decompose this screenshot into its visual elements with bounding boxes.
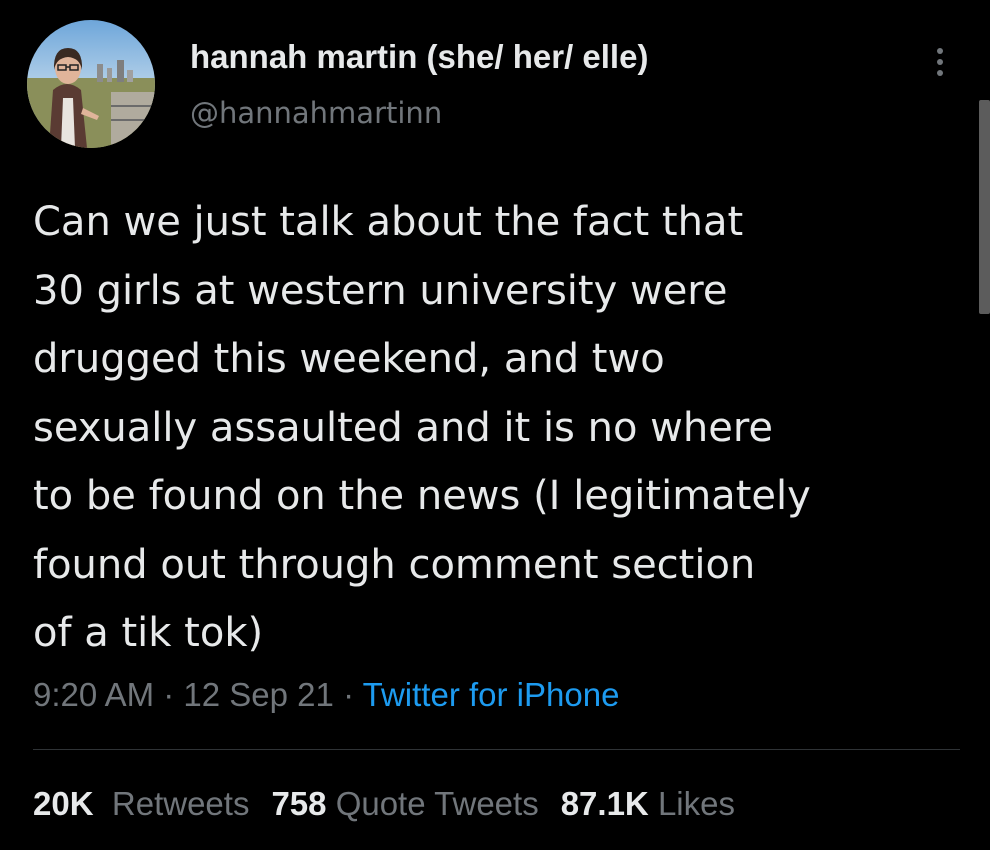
quote-tweets-stat[interactable]: 758 Quote Tweets [271,785,538,822]
quote-tweets-label: Quote Tweets [335,785,539,822]
likes-stat[interactable]: 87.1K Likes [561,785,735,822]
user-handle[interactable]: @hannahmartinn [190,96,442,130]
display-name[interactable]: hannah martin (she/ her/ elle) [190,38,648,76]
likes-label: Likes [657,785,735,822]
meta-separator: · [163,676,175,713]
tweet-source-link[interactable]: Twitter for iPhone [363,676,620,713]
more-options-icon[interactable] [928,42,952,82]
more-dot [937,70,943,76]
tweet: hannah martin (she/ her/ elle) @hannahma… [0,0,990,850]
tweet-stats: 20K Retweets 758 Quote Tweets 87.1K Likes [33,785,735,823]
tweet-date[interactable]: 12 Sep 21 [183,676,333,713]
divider [33,749,960,750]
scrollbar[interactable] [979,100,990,314]
likes-count: 87.1K [560,785,649,822]
avatar[interactable] [27,20,155,148]
retweets-stat[interactable]: 20K Retweets [33,785,249,822]
tweet-meta: 9:20 AM · 12 Sep 21 · Twitter for iPhone [33,676,619,714]
more-dot [937,48,943,54]
quote-tweets-count: 758 [271,785,327,822]
retweets-label: Retweets [111,785,250,822]
tweet-time[interactable]: 9:20 AM [33,676,154,713]
meta-separator: · [343,676,355,713]
more-dot [937,59,943,65]
retweets-count: 20K [33,785,94,822]
tweet-text: Can we just talk about the fact that 30 … [33,199,811,656]
